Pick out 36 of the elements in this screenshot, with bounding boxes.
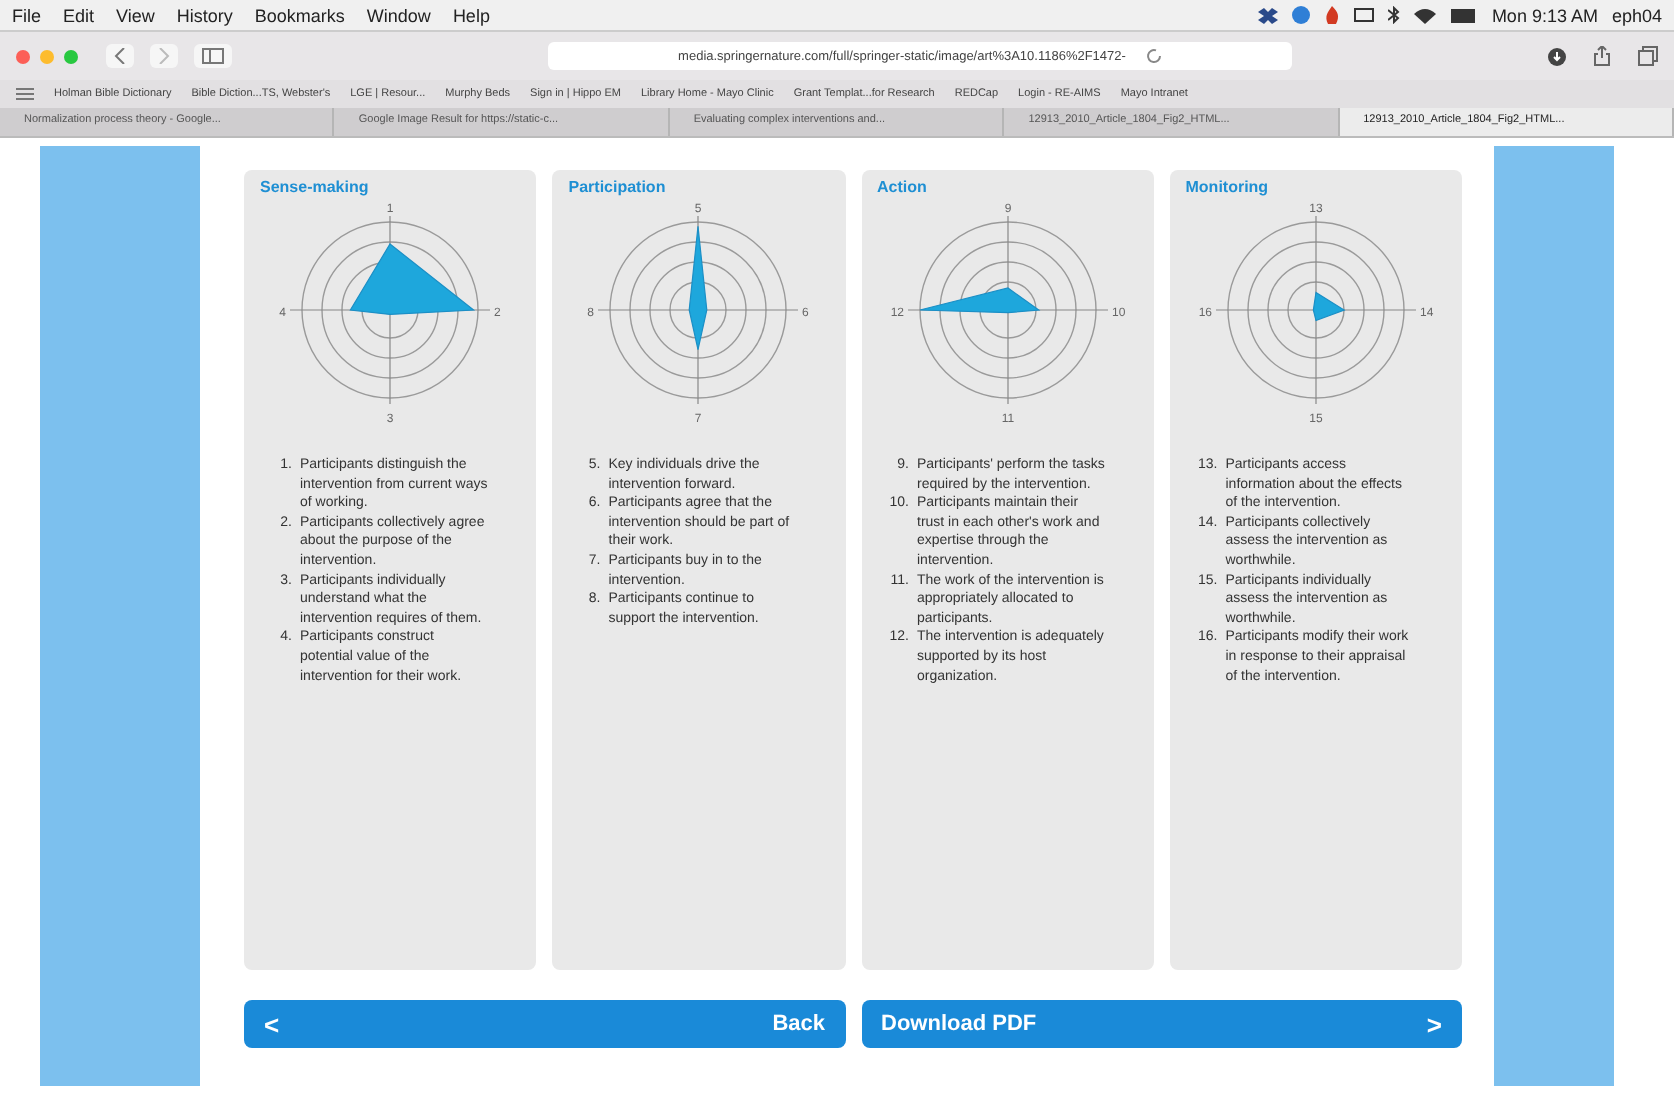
menu-item[interactable]: View [116,5,155,25]
close-icon[interactable] [16,49,30,63]
back-button[interactable]: < Back [244,1000,845,1048]
radar-area [689,225,709,351]
radar-area [1312,291,1346,322]
share-icon[interactable] [1594,46,1610,66]
menu-item[interactable]: File [12,5,42,25]
flame-icon[interactable] [1323,6,1340,24]
chevron-left-icon [114,48,126,64]
menu-clock[interactable]: Mon 9:13 AM [1491,5,1598,25]
app-circle-icon[interactable] [1291,6,1310,24]
wifi-icon[interactable] [1413,7,1436,23]
panel-title: Participation [568,178,668,196]
bluetooth-icon[interactable] [1387,6,1400,24]
panel-title: Sense-making [260,178,371,196]
back-nav-button[interactable] [106,44,134,68]
menu-item[interactable]: History [176,5,233,25]
menu-item[interactable]: Bookmarks [254,5,345,25]
user-name[interactable]: eph04 [1611,5,1662,25]
menu-item[interactable]: Help [452,5,490,25]
sidebar-icon [202,48,224,64]
sidebar-button[interactable] [194,44,232,68]
reload-icon[interactable] [1145,48,1162,64]
radar-area [918,287,1040,314]
chevron-right-icon [158,48,170,64]
panel-title: Action [877,178,929,196]
display-icon[interactable] [1353,7,1374,23]
panel-title: Monitoring [1185,178,1271,196]
radar-area [349,243,476,315]
battery-icon[interactable] [1449,7,1478,23]
menu-item[interactable]: Window [366,5,431,25]
download-pdf-button[interactable]: Download PDF > [861,1000,1462,1048]
menu-item[interactable]: Edit [63,5,95,25]
tabs-icon[interactable] [1638,46,1658,66]
menu-icon[interactable] [16,88,34,100]
download-icon[interactable] [1548,47,1566,65]
